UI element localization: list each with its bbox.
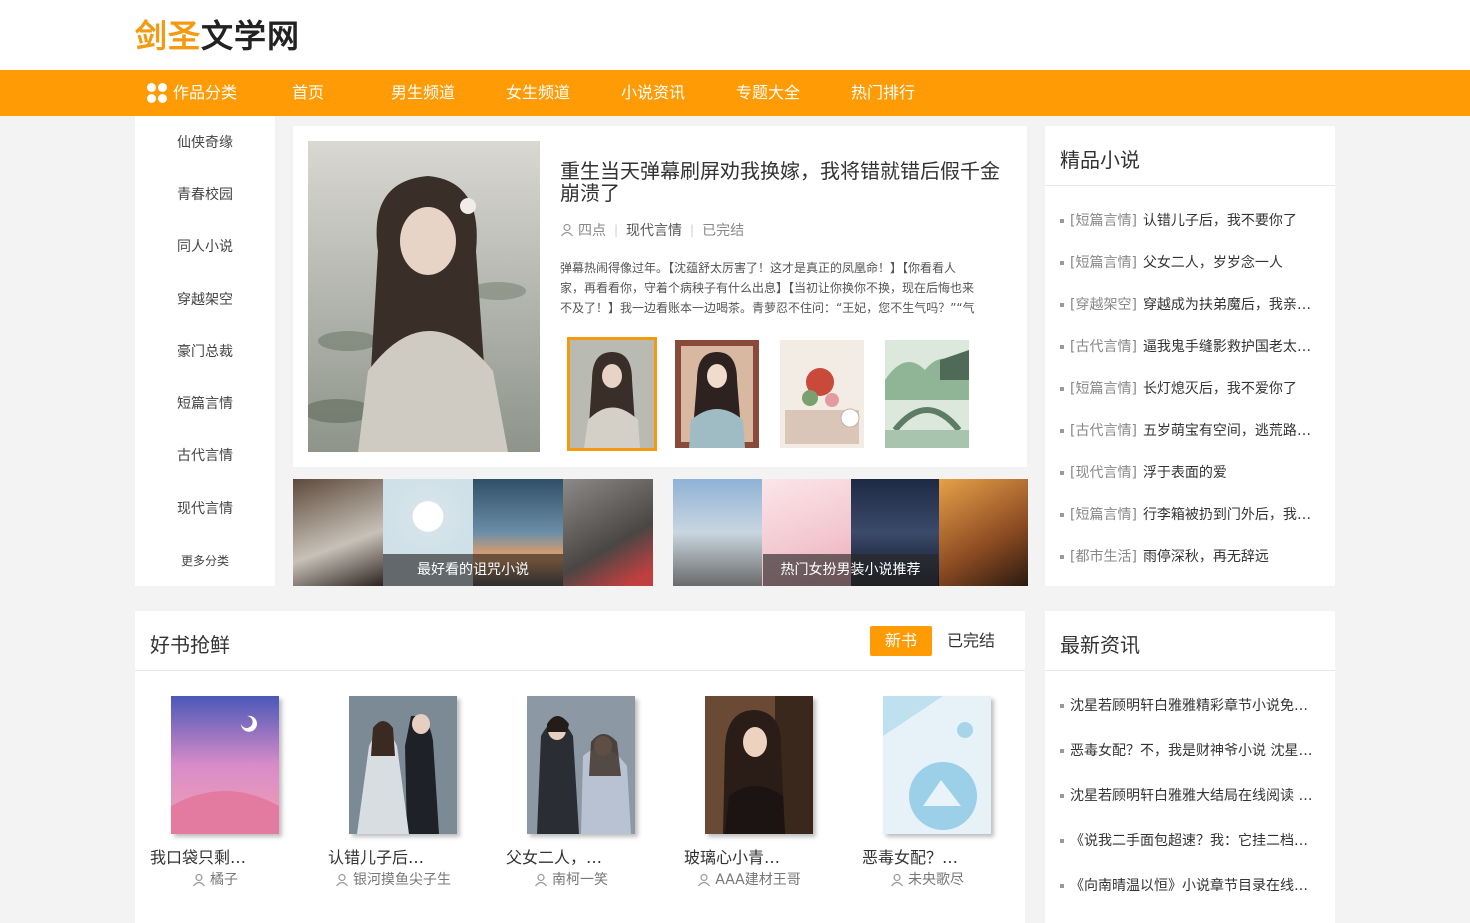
good-books-tabs: 新书 已完结 <box>870 626 1002 656</box>
category-sidebar: 仙侠奇缘 青春校园 同人小说 穿越架空 豪门总裁 短篇言情 古代言情 现代言情 … <box>135 116 275 586</box>
sidebar-item-short-romance[interactable]: 短篇言情 <box>135 393 275 413</box>
book-cover[interactable] <box>527 696 635 834</box>
sidebar-more[interactable]: 更多分类 <box>135 552 275 569</box>
book-author[interactable]: 银河摸鱼尖子生 <box>328 872 458 888</box>
nav-item-home[interactable]: 首页 <box>292 70 324 116</box>
book-author[interactable]: 未央歌尽 <box>862 872 992 888</box>
sidebar-item-time-travel[interactable]: 穿越架空 <box>135 289 275 309</box>
book-cover[interactable] <box>705 696 813 834</box>
user-icon <box>336 873 348 887</box>
premium-item[interactable]: [短篇言情] 父女二人，岁岁念一人 <box>1060 252 1320 272</box>
premium-item[interactable]: [古代言情]逼我鬼手缝影救护国老太君，我反手送他们全家 <box>1060 336 1320 356</box>
premium-item[interactable]: [都市生活] 雨停深秋，再无辞远 <box>1060 546 1320 566</box>
book-card[interactable]: 父女二人，… 南柯一笑 <box>506 696 636 888</box>
featured-meta: 四点 | 现代言情 | 已完结 <box>560 220 744 240</box>
premium-item[interactable]: [现代言情] 浮于表面的爱 <box>1060 462 1320 482</box>
book-author[interactable]: 南柯一笑 <box>506 872 636 888</box>
grid-icon <box>147 83 167 103</box>
nav-category-label: 作品分类 <box>173 83 238 102</box>
featured-title[interactable]: 重生当天弹幕刷屏劝我换嫁，我将错就错后假千金崩溃了 <box>560 160 1000 204</box>
site-header: 剑圣 文学网 <box>0 0 1470 70</box>
sidebar-item-ceo[interactable]: 豪门总裁 <box>135 341 275 361</box>
user-icon <box>891 873 903 887</box>
user-icon <box>535 873 547 887</box>
book-card[interactable]: 玻璃心小青… AAA建材王哥 <box>684 696 814 888</box>
book-card[interactable]: 认错儿子后… 银河摸鱼尖子生 <box>328 696 458 888</box>
news-item[interactable]: 沈星若顾明轩白雅雅大结局在线阅读 全文免费 <box>1060 785 1320 805</box>
premium-item[interactable]: [短篇言情]行李箱被扔到门外后，我转身离开 <box>1060 504 1320 524</box>
sidebar-item-modern-romance[interactable]: 现代言情 <box>135 498 275 518</box>
featured-cover[interactable] <box>308 141 540 452</box>
topic-banner-1[interactable]: 最好看的诅咒小说 <box>293 479 653 586</box>
nav-item-male[interactable]: 男生频道 <box>391 70 455 116</box>
news-item[interactable]: 《说我二手面包超速？我：它挂二档》小说章节 <box>1060 830 1320 850</box>
book-author[interactable]: AAA建材王哥 <box>684 872 814 888</box>
banner-2-caption: 热门女扮男装小说推荐 <box>763 554 938 586</box>
featured-thumb-1[interactable] <box>567 337 657 451</box>
divider <box>1045 670 1335 671</box>
nav-item-news[interactable]: 小说资讯 <box>621 70 685 116</box>
tab-new[interactable]: 新书 <box>870 626 932 656</box>
featured-status: 已完结 <box>702 223 745 239</box>
book-author[interactable]: 橘子 <box>150 872 280 888</box>
divider <box>135 670 1025 671</box>
featured-thumb-4[interactable] <box>882 337 972 451</box>
user-icon <box>561 223 573 237</box>
book-name[interactable]: 玻璃心小青… <box>684 844 794 868</box>
logo-part1: 剑圣 <box>135 17 202 55</box>
nav-item-topics[interactable]: 专题大全 <box>736 70 800 116</box>
premium-title: 精品小说 <box>1060 148 1140 172</box>
news-item[interactable]: 《向南晴温以恒》小说章节目录在线阅读 <box>1060 875 1320 895</box>
main-nav: 作品分类 首页 男生频道 女生频道 小说资讯 专题大全 热门排行 <box>0 70 1470 116</box>
book-card[interactable]: 我口袋只剩… 橘子 <box>150 696 280 888</box>
book-name[interactable]: 父女二人，… <box>506 844 616 868</box>
news-panel: 最新资讯 沈星若顾明轩白雅雅精彩章节小说免费阅读 恶毒女配？不，我是财神爷小说 … <box>1045 611 1335 923</box>
sidebar-item-ancient-romance[interactable]: 古代言情 <box>135 445 275 465</box>
premium-panel: 精品小说 [短篇言情] 认错儿子后，我不要你了 [短篇言情] 父女二人，岁岁念一人 … <box>1045 126 1335 586</box>
premium-item[interactable]: [短篇言情] 认错儿子后，我不要你了 <box>1060 210 1320 230</box>
tab-completed[interactable]: 已完结 <box>940 626 1002 656</box>
sidebar-item-xianxia[interactable]: 仙侠奇缘 <box>135 132 275 152</box>
featured-genre[interactable]: 现代言情 <box>626 220 682 240</box>
premium-item[interactable]: [穿越架空]穿越成为扶弟魔后，我亲手送弟弟去改造 <box>1060 294 1320 314</box>
logo-part2: 文学网 <box>201 17 301 55</box>
nav-item-female[interactable]: 女生频道 <box>506 70 570 116</box>
divider <box>1045 185 1335 186</box>
site-logo[interactable]: 剑圣 文学网 <box>135 14 301 55</box>
banner-1-caption: 最好看的诅咒小说 <box>383 554 563 586</box>
book-cover[interactable] <box>883 696 991 834</box>
user-icon <box>698 873 711 887</box>
book-card[interactable]: 恶毒女配？… 未央歌尽 <box>862 696 992 888</box>
book-name[interactable]: 我口袋只剩… <box>150 844 260 868</box>
good-books-panel: 好书抢鲜 新书 已完结 我口袋只剩… 橘子 认错儿子后… 银河摸鱼尖子生 父女二… <box>135 611 1025 923</box>
good-books-title: 好书抢鲜 <box>150 633 230 657</box>
featured-thumb-3[interactable] <box>777 337 867 451</box>
premium-item[interactable]: [短篇言情] 长灯熄灭后，我不爱你了 <box>1060 378 1320 398</box>
nav-item-ranking[interactable]: 热门排行 <box>851 70 915 116</box>
featured-thumb-2[interactable] <box>672 337 762 451</box>
book-name[interactable]: 认错儿子后… <box>328 844 438 868</box>
book-cover[interactable] <box>171 696 279 834</box>
nav-category[interactable]: 作品分类 <box>147 70 237 116</box>
user-icon <box>193 873 205 887</box>
featured-book: 重生当天弹幕刷屏劝我换嫁，我将错就错后假千金崩溃了 四点 | 现代言情 | 已完… <box>293 126 1027 467</box>
book-name[interactable]: 恶毒女配？… <box>862 844 972 868</box>
sidebar-item-campus[interactable]: 青春校园 <box>135 184 275 204</box>
news-title: 最新资讯 <box>1060 633 1140 657</box>
topic-banner-2[interactable]: 热门女扮男装小说推荐 <box>673 479 1028 586</box>
book-cover[interactable] <box>349 696 457 834</box>
news-item[interactable]: 恶毒女配？不，我是财神爷小说 沈星若顾明轩 <box>1060 740 1320 760</box>
sidebar-item-fanfic[interactable]: 同人小说 <box>135 236 275 256</box>
featured-description: 弹幕热闹得像过年。【沈蕴舒太厉害了！这才是真正的凤凰命！】【你看看人家，再看看你… <box>560 261 975 315</box>
featured-author[interactable]: 四点 <box>578 220 606 240</box>
news-item[interactable]: 沈星若顾明轩白雅雅精彩章节小说免费阅读 <box>1060 695 1320 715</box>
premium-item[interactable]: [古代言情]五岁萌宝有空间，逃荒路上养全家 <box>1060 420 1320 440</box>
